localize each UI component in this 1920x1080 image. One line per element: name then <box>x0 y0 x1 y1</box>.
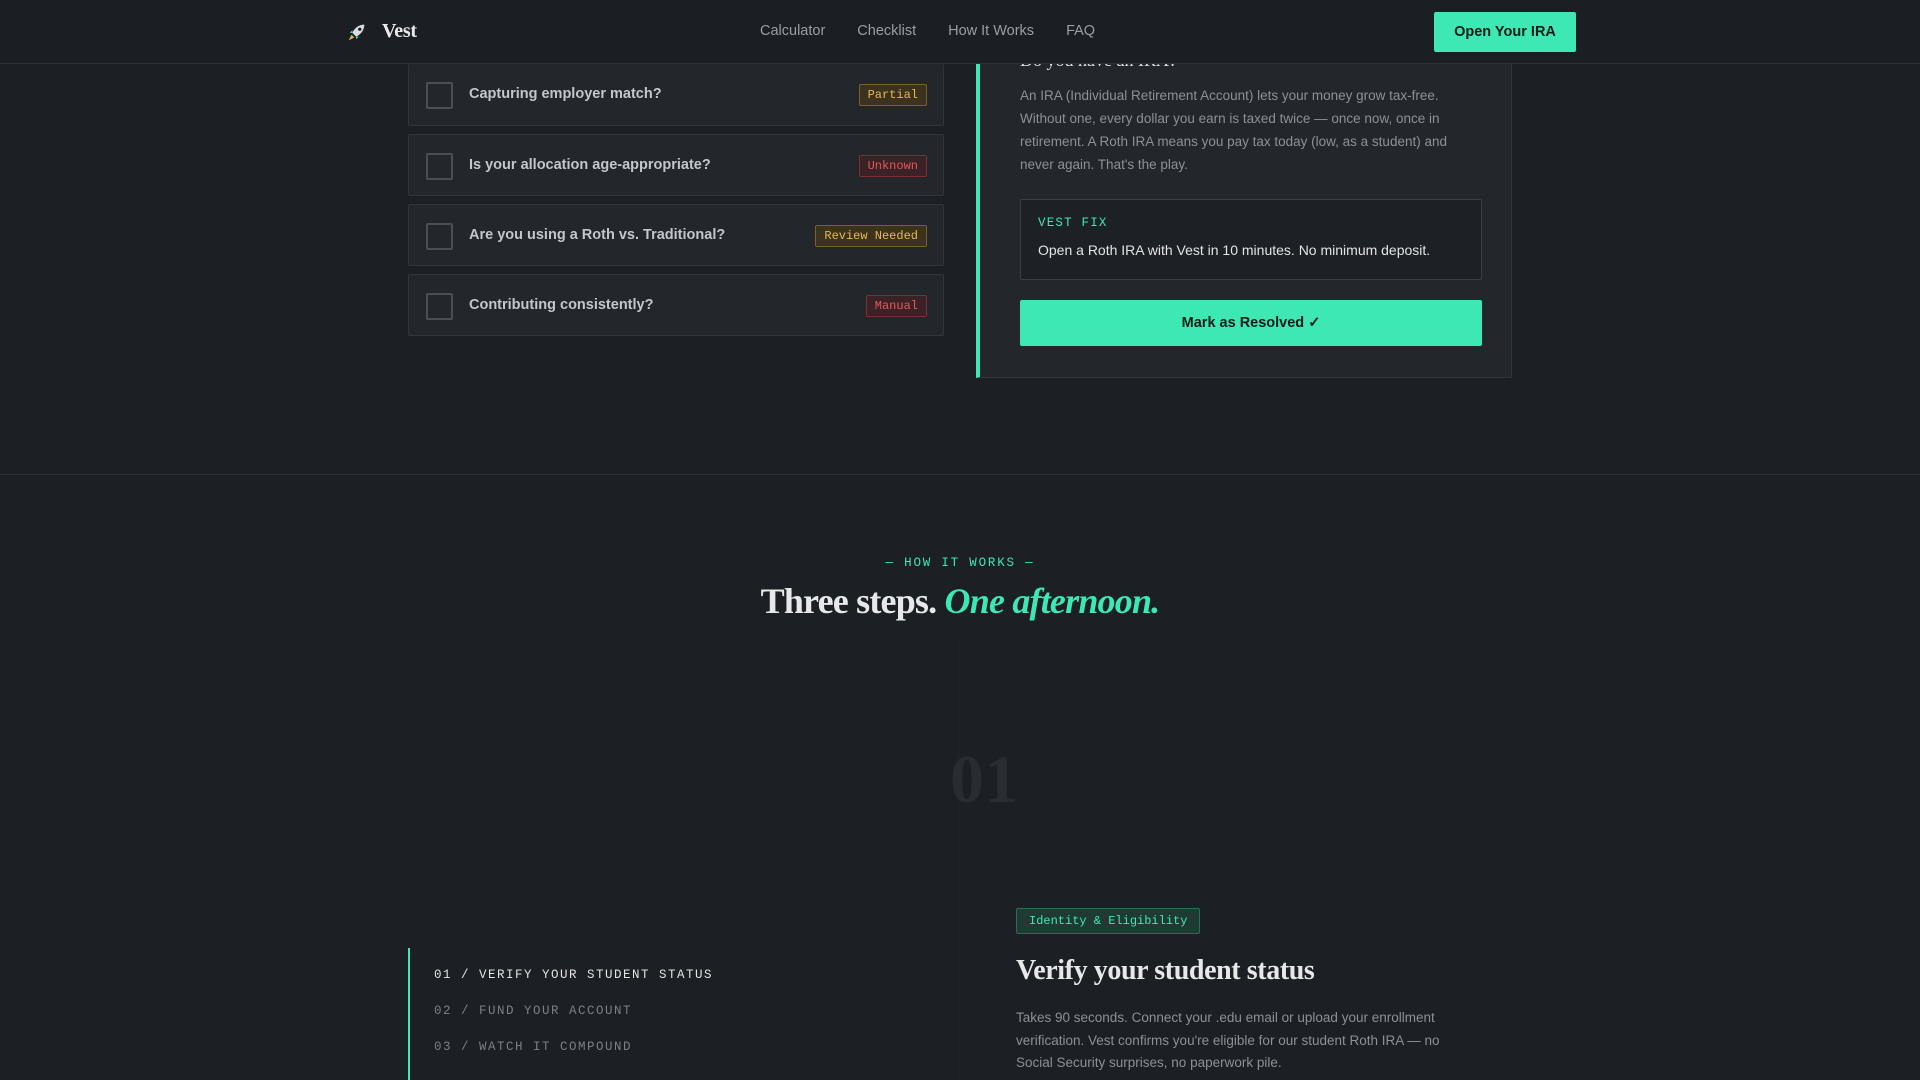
status-badge: Review Needed <box>815 225 927 247</box>
rocket-icon <box>348 24 365 40</box>
step-title: Verify your student status <box>1016 955 1315 986</box>
checkbox[interactable] <box>426 153 453 180</box>
detail-panel: Do you have an IRA? An IRA (Individual R… <box>976 64 1512 378</box>
vest-fix-box: VEST FIX Open a Roth IRA with Vest in 10… <box>1020 199 1482 280</box>
detail-body: An IRA (Individual Retirement Account) l… <box>1020 88 1447 172</box>
checklist: Capturing employer match? Partial Is you… <box>408 64 944 344</box>
nav-link-checklist[interactable]: Checklist <box>857 23 916 39</box>
checklist-item[interactable]: Capturing employer match? Partial <box>408 64 944 126</box>
checklist-item-label: Contributing consistently? <box>469 297 654 313</box>
open-ira-button[interactable]: Open Your IRA <box>1434 12 1576 52</box>
section-divider <box>0 474 1920 475</box>
brand-name: Vest <box>382 20 417 42</box>
step-tag: Identity & Eligibility <box>1016 908 1201 934</box>
status-badge: Manual <box>865 295 927 317</box>
checklist-item[interactable]: Is your allocation age-appropriate? Unkn… <box>408 134 944 196</box>
step-nav-item-verify[interactable]: 01 / VERIFY YOUR STUDENT STATUS <box>434 968 713 982</box>
status-badge: Unknown <box>858 155 927 177</box>
nav-link-how-it-works[interactable]: How It Works <box>948 23 1034 39</box>
vest-fix-label: VEST FIX <box>1038 216 1108 230</box>
nav-links: Calculator Checklist How It Works FAQ <box>760 23 1095 39</box>
checklist-item-label: Capturing employer match? <box>469 86 662 102</box>
checklist-item-label: Are you using a Roth vs. Traditional? <box>469 227 726 243</box>
section-eyebrow: — HOW IT WORKS — <box>885 556 1035 570</box>
brand-logo[interactable]: Vest <box>346 20 417 43</box>
step-number: 01 <box>950 741 1018 817</box>
section-title: Three steps. One afternoon. <box>0 580 1920 622</box>
step-nav: 01 / VERIFY YOUR STUDENT STATUS 02 / FUN… <box>408 948 808 1080</box>
checklist-item[interactable]: Contributing consistently? Manual <box>408 274 944 336</box>
checklist-item[interactable]: Are you using a Roth vs. Traditional? Re… <box>408 204 944 266</box>
status-badge: Partial <box>858 84 927 106</box>
step-nav-item-compound[interactable]: 03 / WATCH IT COMPOUND <box>434 1040 632 1054</box>
section-title-accent: One afternoon. <box>944 581 1161 621</box>
checkbox[interactable] <box>426 293 453 320</box>
nav-link-calculator[interactable]: Calculator <box>760 23 825 39</box>
section-title-main: Three steps. <box>760 581 938 621</box>
checkbox[interactable] <box>426 82 453 109</box>
vest-fix-text: Open a Roth IRA with Vest in 10 minutes.… <box>1038 242 1431 258</box>
top-nav: Vest Calculator Checklist How It Works F… <box>0 0 1920 64</box>
checklist-item-label: Is your allocation age-appropriate? <box>469 157 711 173</box>
checkbox[interactable] <box>426 223 453 250</box>
nav-link-faq[interactable]: FAQ <box>1066 23 1095 39</box>
mark-resolved-button[interactable]: Mark as Resolved ✓ <box>1020 300 1482 346</box>
center-divider-line <box>958 640 959 1080</box>
step-nav-item-fund[interactable]: 02 / FUND YOUR ACCOUNT <box>434 1004 632 1018</box>
step-description: Takes 90 seconds. Connect your .edu emai… <box>1016 1010 1440 1070</box>
